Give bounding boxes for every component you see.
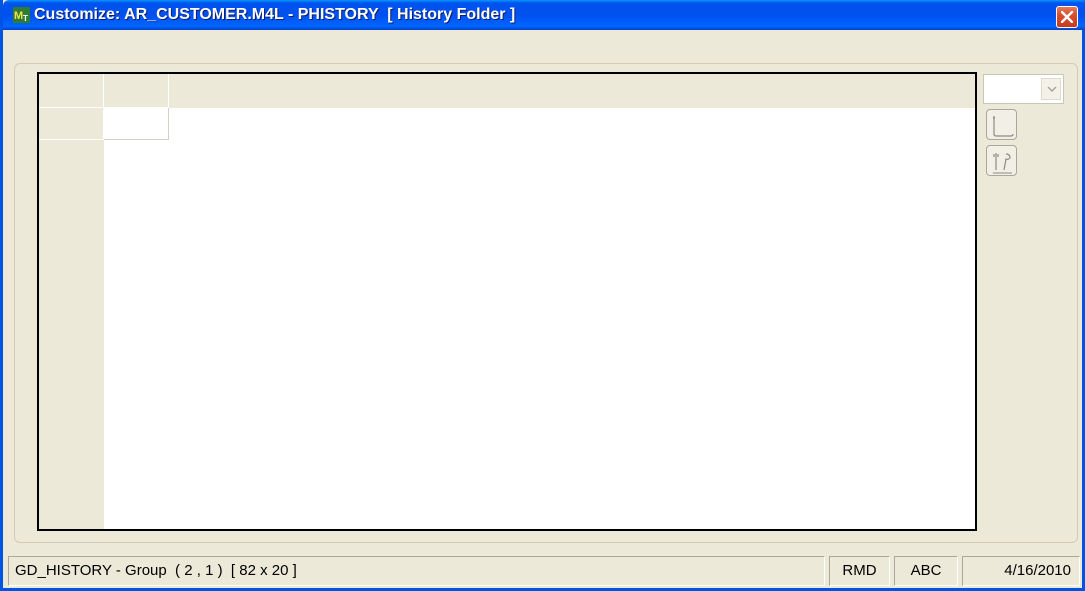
tools-icon [993,153,1012,174]
close-button[interactable] [1056,6,1078,28]
grid-combo-box[interactable] [983,74,1064,104]
grid-row-header-band [39,74,104,529]
history-grid[interactable] [37,72,977,531]
status-control-info: GD_HISTORY - Group ( 2 , 1 ) [ 82 x 20 ] [8,556,825,586]
tools-button[interactable] [986,145,1017,176]
grid-row-header[interactable] [39,108,104,140]
status-date: 4/16/2010 [962,556,1080,586]
status-indicator: ABC [894,556,958,586]
app-icon[interactable]: M T [13,7,30,23]
title-bar[interactable]: M T Customize: AR_CUSTOMER.M4L - PHISTOR… [3,0,1085,30]
svg-text:T: T [23,14,28,23]
grid-corner-cell[interactable] [39,74,104,108]
grid-header-band [39,74,975,108]
combo-dropdown-button[interactable] [1041,78,1061,100]
blank-page-button[interactable] [986,109,1017,140]
customize-window: M T Customize: AR_CUSTOMER.M4L - PHISTOR… [0,0,1085,591]
close-icon [1061,11,1073,23]
status-mode: RMD [829,556,890,586]
svg-text:M: M [14,10,23,22]
chevron-down-icon [1047,86,1057,93]
grid-column-header[interactable] [104,74,169,108]
grid-cell[interactable] [104,108,169,140]
window-title: Customize: AR_CUSTOMER.M4L - PHISTORY [ … [34,6,516,23]
blank-page-icon [993,116,1014,137]
status-bar: GD_HISTORY - Group ( 2 , 1 ) [ 82 x 20 ]… [6,556,1082,588]
